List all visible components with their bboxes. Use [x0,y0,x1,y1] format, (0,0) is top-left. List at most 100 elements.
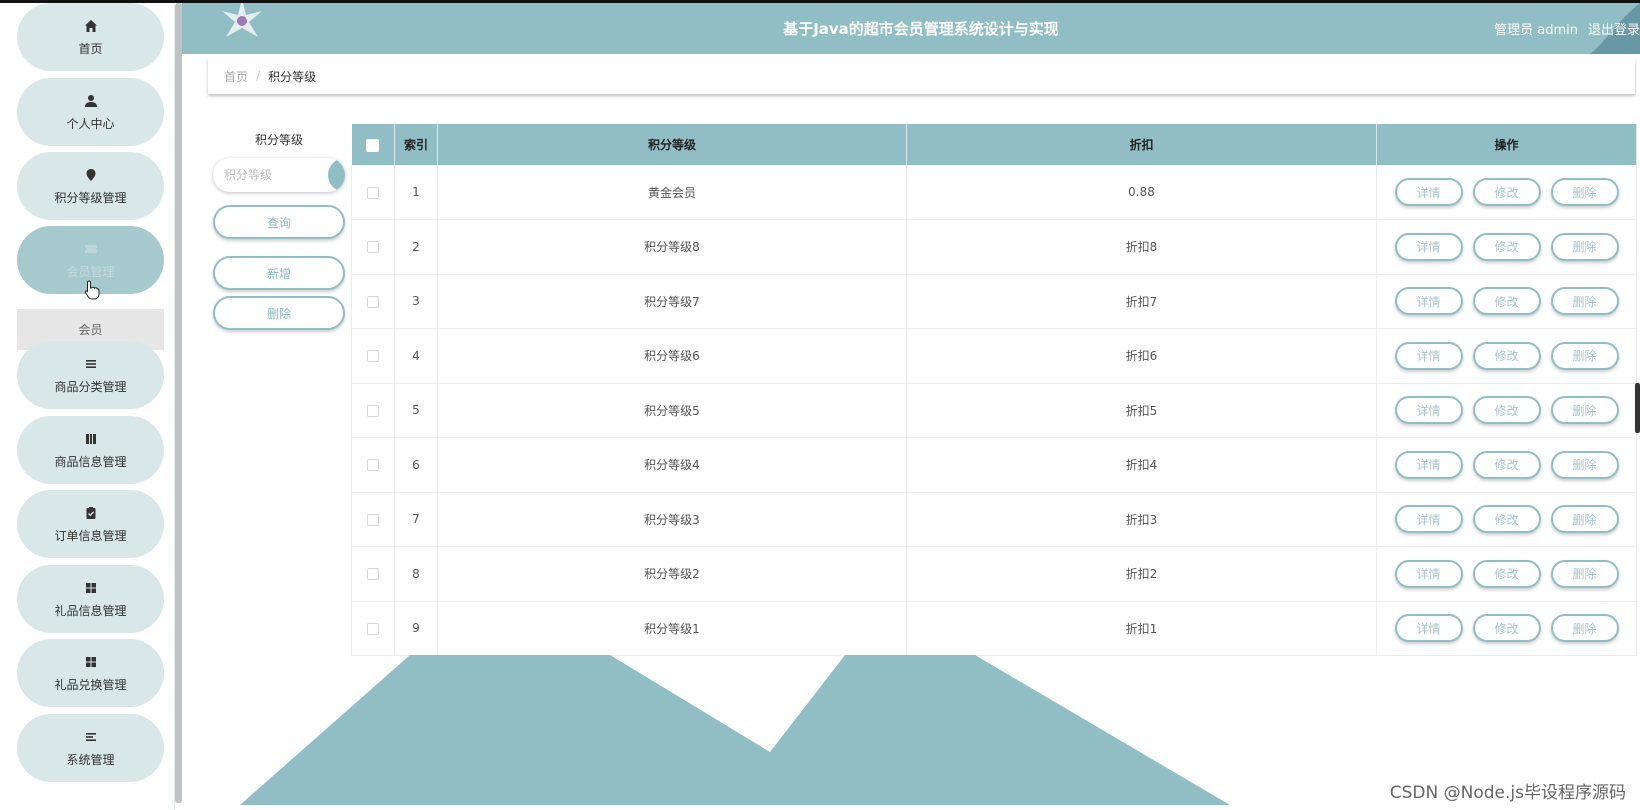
edit-button[interactable]: 修改 [1472,287,1541,316]
sidebar-item-points-level[interactable]: 积分等级管理 [17,152,164,220]
edit-button[interactable]: 修改 [1472,232,1541,261]
level-search-input[interactable] [213,158,327,192]
column-header-index: 索引 [394,124,438,165]
row-checkbox[interactable] [367,186,379,199]
detail-button[interactable]: 详情 [1394,178,1463,206]
detail-button[interactable]: 详情 [1394,505,1463,534]
delete-button[interactable]: 删除 [1550,178,1619,206]
sidebar-item-gift[interactable]: 礼品信息管理 [17,565,164,633]
cell-index: 1 [394,165,438,220]
sidebar-item-home[interactable]: 首页 [17,3,164,71]
row-checkbox[interactable] [367,404,379,417]
menu-icon [83,729,99,745]
level-search-field[interactable] [213,158,345,192]
sidebar-item-order[interactable]: 订单信息管理 [17,490,164,558]
cell-index: 8 [394,546,438,602]
sidebar-scrollbar-thumb[interactable] [175,3,182,803]
cell-index: 6 [394,437,438,493]
sidebar-scrollbar[interactable] [175,3,182,810]
breadcrumb-home[interactable]: 首页 [224,68,248,85]
user-area: 管理员 admin 退出登录 [1494,3,1640,54]
sidebar-item-category[interactable]: 商品分类管理 [17,341,164,409]
edit-button[interactable]: 修改 [1472,341,1541,370]
sidebar-item-profile[interactable]: 个人中心 [17,78,164,146]
delete-button[interactable]: 删除 [1550,505,1619,534]
table-row: 9 积分等级1 折扣1 详情 修改 删除 [351,601,1637,656]
page-scrollbar-thumb[interactable] [1635,383,1640,433]
select-all-cell [351,124,395,165]
table-header-row: 索引 积分等级 折扣 操作 [351,124,1637,165]
sidebar-item-label: 商品分类管理 [54,379,127,394]
sidebar-item-label: 系统管理 [66,752,115,767]
sidebar-item-system[interactable]: 系统管理 [17,714,164,782]
edit-button[interactable]: 修改 [1472,505,1541,534]
edit-button[interactable]: 修改 [1472,396,1541,425]
row-actions: 详情 修改 删除 [1377,614,1636,643]
row-checkbox[interactable] [367,513,379,526]
cell-actions: 详情 修改 删除 [1376,165,1637,220]
logout-link[interactable]: 退出登录 [1588,19,1640,38]
delete-button[interactable]: 删除 [1550,559,1619,588]
row-actions: 详情 修改 删除 [1377,396,1636,425]
row-select-cell [351,274,395,329]
select-all-checkbox[interactable] [366,138,380,152]
delete-button[interactable]: 删除 [1550,341,1619,370]
clipboard-check-icon [83,505,99,521]
cell-discount: 折扣4 [906,437,1377,493]
delete-button[interactable]: 删除 [1550,287,1619,316]
row-checkbox[interactable] [367,568,379,581]
cell-index: 4 [394,328,438,384]
edit-button[interactable]: 修改 [1472,614,1541,643]
mountain-decoration [240,655,1230,805]
delete-button[interactable]: 删除 [1550,450,1619,479]
breadcrumb: 首页 / 积分等级 [208,58,1635,94]
edit-button[interactable]: 修改 [1472,178,1541,206]
row-checkbox[interactable] [367,459,379,472]
delete-button[interactable]: 删除 [1550,614,1619,643]
cell-level: 积分等级6 [437,328,907,384]
column-header-discount: 折扣 [906,124,1377,165]
bulk-delete-button[interactable]: 删除 [213,296,345,330]
row-select-cell [351,601,395,656]
sidebar-item-label: 商品信息管理 [54,454,127,469]
home-icon [83,18,99,34]
detail-button[interactable]: 详情 [1394,232,1463,261]
detail-button[interactable]: 详情 [1394,396,1463,425]
detail-button[interactable]: 详情 [1394,450,1463,479]
table-row: 5 积分等级5 折扣5 详情 修改 删除 [351,383,1637,438]
detail-button[interactable]: 详情 [1394,341,1463,370]
cell-level: 积分等级1 [437,601,907,656]
delete-button[interactable]: 删除 [1550,396,1619,425]
cell-level: 黄金会员 [437,165,907,220]
search-button[interactable]: 查询 [213,205,345,239]
row-actions: 详情 修改 删除 [1377,341,1636,370]
add-button[interactable]: 新增 [213,256,345,290]
edit-button[interactable]: 修改 [1472,559,1541,588]
row-checkbox[interactable] [367,295,379,308]
cell-index: 3 [394,274,438,329]
detail-button[interactable]: 详情 [1394,287,1463,316]
sidebar-item-label: 个人中心 [66,116,115,131]
detail-button[interactable]: 详情 [1394,559,1463,588]
row-checkbox[interactable] [367,241,379,254]
sidebar-item-product[interactable]: 商品信息管理 [17,416,164,484]
row-select-cell [351,546,395,602]
top-header: 基于Java的超市会员管理系统设计与实现 管理员 admin 退出登录 [182,3,1640,54]
filter-label: 积分等级 [254,133,303,147]
level-table: 索引 积分等级 折扣 操作 1 黄金会员 0.88 详情 修改 删除 2 积分等… [351,124,1637,656]
cell-index: 2 [394,219,438,275]
sidebar-item-label: 首页 [78,41,103,56]
cell-actions: 详情 修改 删除 [1376,546,1637,602]
sidebar-item-gift-exchange[interactable]: 礼品兑换管理 [17,639,164,707]
cell-level: 积分等级3 [437,492,907,547]
ticket-icon [83,241,99,257]
row-checkbox[interactable] [367,350,379,363]
sidebar: 首页 个人中心 积分等级管理 会员管理 会员 商品分类管理 商品信息管理 订单信… [0,3,175,810]
row-checkbox[interactable] [367,622,379,635]
cell-discount: 折扣1 [906,601,1377,656]
row-actions: 详情 修改 删除 [1377,559,1636,588]
cell-index: 7 [394,492,438,547]
delete-button[interactable]: 删除 [1550,232,1619,261]
edit-button[interactable]: 修改 [1472,450,1541,479]
detail-button[interactable]: 详情 [1394,614,1463,643]
